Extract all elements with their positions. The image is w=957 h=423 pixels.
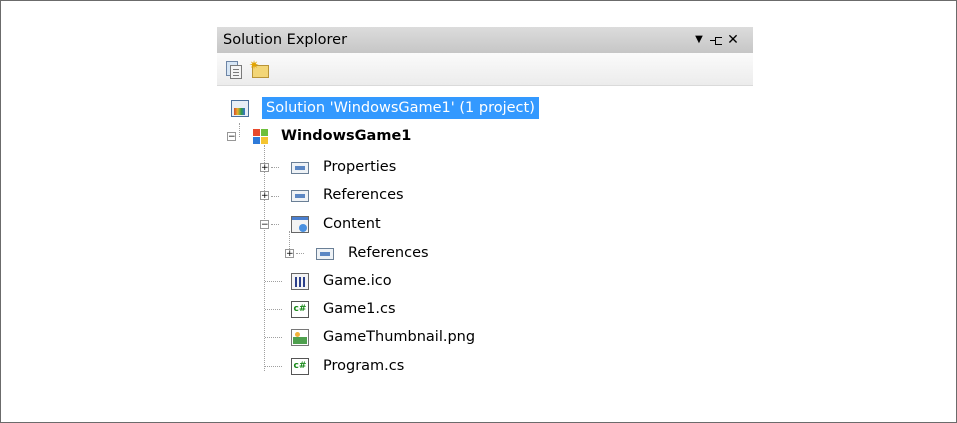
show-all-files-button[interactable]: ✷ (249, 59, 269, 79)
window-frame: Solution Explorer ▼ ✕ ✷ Solution 'Window… (0, 0, 957, 423)
collapse-icon[interactable]: − (227, 132, 236, 142)
panel-toolbar: ✷ (217, 53, 753, 86)
tree-line (265, 281, 282, 282)
tree-item-label: Properties (323, 159, 397, 175)
tree-line (265, 309, 282, 310)
content-project-icon (291, 216, 309, 233)
collapse-icon[interactable]: − (260, 220, 269, 230)
properties-folder-icon (291, 162, 309, 174)
tree-line (271, 224, 279, 225)
tree-line (265, 337, 282, 338)
properties-button[interactable] (223, 59, 243, 79)
tree-line (296, 253, 304, 254)
tree-item-label: Game1.cs (323, 301, 396, 317)
solution-explorer-panel: Solution Explorer ▼ ✕ ✷ Solution 'Window… (217, 27, 753, 407)
tree-line (265, 366, 282, 367)
references-folder-icon (316, 248, 334, 260)
tree-item-label: Content (323, 216, 381, 232)
panel-titlebar[interactable]: Solution Explorer ▼ ✕ (217, 27, 753, 53)
icon-file-icon (291, 273, 309, 290)
expand-icon[interactable]: + (285, 249, 294, 259)
solution-icon (231, 100, 249, 117)
xna-project-icon (253, 128, 271, 145)
tree-item-label: GameThumbnail.png (323, 329, 476, 345)
references-folder-icon (291, 190, 309, 202)
close-icon[interactable]: ✕ (725, 27, 741, 53)
csharp-file-icon: c# (291, 358, 309, 375)
pin-icon[interactable] (707, 27, 723, 53)
csharp-file-icon: c# (291, 301, 309, 318)
tree-item-label: Program.cs (323, 358, 405, 374)
tree-item-label: References (323, 187, 404, 203)
expand-icon[interactable]: + (260, 191, 269, 201)
tree-line (271, 167, 279, 168)
tree-line (271, 196, 279, 197)
image-file-icon (291, 329, 309, 346)
tree-item-label: WindowsGame1 (281, 128, 412, 144)
tree-item-label: References (348, 245, 429, 261)
chevron-down-icon[interactable]: ▼ (691, 27, 707, 53)
panel-title: Solution Explorer (223, 32, 348, 48)
tree-line (239, 123, 240, 137)
tree-item-label: Game.ico (323, 273, 392, 289)
tree-item-label: Solution 'WindowsGame1' (1 project) (262, 97, 539, 119)
expand-icon[interactable]: + (260, 163, 269, 173)
